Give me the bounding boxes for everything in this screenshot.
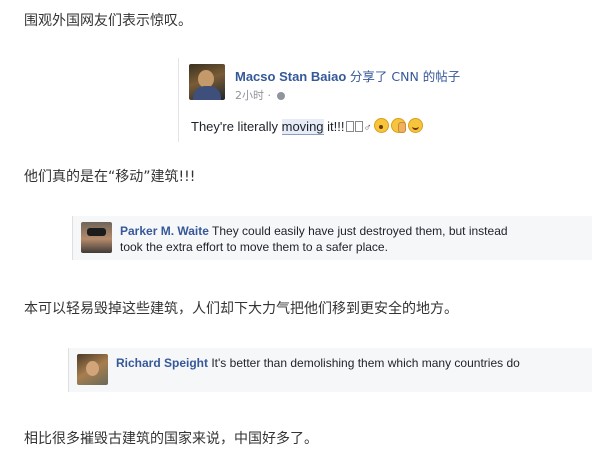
facepalm-icon — [390, 118, 406, 133]
smile-face-icon — [407, 118, 423, 133]
intro-paragraph: 围观外国网友们表示惊叹。 — [24, 13, 192, 29]
post-header: Macso Stan Baiao 分享了 CNN 的帖子 — [235, 66, 460, 85]
commenter-avatar[interactable] — [77, 354, 108, 385]
missing-glyph-icon — [354, 121, 363, 132]
post-meta: 2小时 · — [235, 87, 285, 103]
male-sign-icon: ♂ — [363, 122, 372, 134]
commenter-name[interactable]: Parker M. Waite — [120, 224, 209, 238]
comment-text: It's better than demolishing them which … — [208, 356, 520, 370]
post-text-end: it!!! — [323, 119, 345, 134]
moving-paragraph: 他们真的是在“移动”建筑!!! — [24, 169, 196, 185]
comment-body: Parker M. Waite They could easily have j… — [120, 223, 523, 255]
post-text: They're literally moving it!!! ♂ — [191, 118, 423, 135]
shared-post-card: Macso Stan Baiao 分享了 CNN 的帖子 2小时 · They'… — [178, 58, 479, 142]
comment-card: Parker M. Waite They could easily have j… — [72, 216, 592, 260]
post-author-avatar[interactable] — [189, 64, 225, 100]
post-author-name[interactable]: Macso Stan Baiao — [235, 69, 346, 84]
commenter-avatar[interactable] — [81, 222, 112, 253]
post-timestamp[interactable]: 2小时 — [235, 89, 264, 102]
commenter-name[interactable]: Richard Speight — [116, 356, 208, 370]
meta-separator: · — [267, 89, 272, 102]
conclusion-paragraph: 相比很多摧毁古建筑的国家来说，中国好多了。 — [24, 431, 318, 447]
effort-paragraph: 本可以轻易毁掉这些建筑，人们却下大力气把他们移到更安全的地方。 — [24, 301, 458, 317]
comment-body: Richard Speight It's better than demolis… — [116, 355, 523, 371]
post-text-start: They're literally — [191, 119, 282, 134]
astonished-face-icon — [373, 118, 389, 133]
post-text-highlight: moving — [281, 119, 324, 135]
comment-card: Richard Speight It's better than demolis… — [68, 348, 592, 392]
post-share-action[interactable]: 分享了 CNN 的帖子 — [350, 69, 460, 84]
globe-icon — [276, 92, 285, 100]
missing-glyph-icon — [345, 121, 354, 132]
